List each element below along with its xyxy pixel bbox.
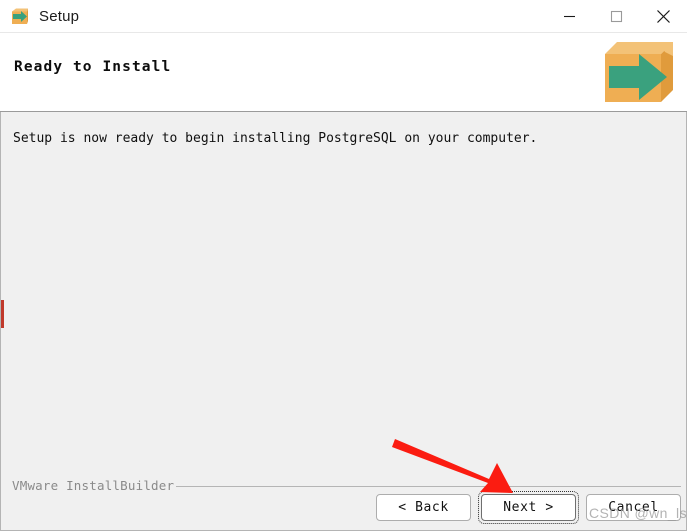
titlebar: Setup [0,0,687,33]
footer-buttons: < Back Next > Cancel [376,491,681,524]
cancel-button[interactable]: Cancel [586,494,681,521]
footer-divider [176,486,681,487]
left-edge-marker [1,300,4,328]
page-title: Ready to Install [14,59,172,75]
package-arrow-icon [10,7,30,26]
window-title: Setup [39,8,80,25]
minimize-button[interactable] [546,0,593,33]
page-header: Ready to Install [0,33,687,112]
close-button[interactable] [640,0,687,33]
next-button[interactable]: Next > [478,491,579,524]
maximize-icon [610,10,623,23]
maximize-button[interactable] [593,0,640,33]
setup-window: Setup Ready to Install Setup is now read… [0,0,687,531]
titlebar-left-group: Setup [10,0,79,33]
window-controls [546,0,687,33]
content-area: Setup is now ready to begin installing P… [0,112,687,531]
ready-message: Setup is now ready to begin installing P… [13,131,538,146]
installbuilder-brand: VMware InstallBuilder [12,478,175,493]
package-arrow-icon-large [597,32,679,114]
minimize-icon [563,10,576,23]
close-icon [656,9,671,24]
back-button[interactable]: < Back [376,494,471,521]
